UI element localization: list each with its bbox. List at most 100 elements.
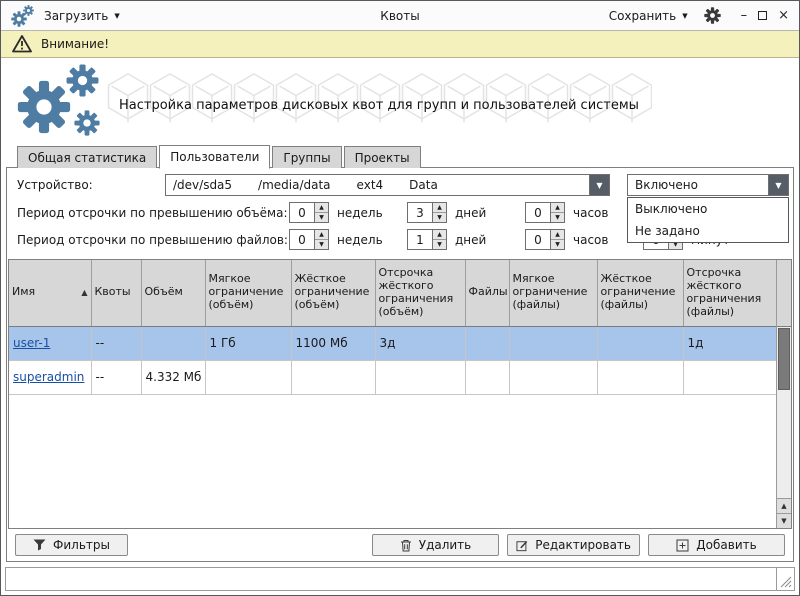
- column-header-volume[interactable]: Объём: [141, 260, 205, 326]
- cell-grace-files: [683, 360, 776, 394]
- spinner-value[interactable]: 0: [290, 203, 314, 222]
- volume-days-spinner[interactable]: 3 ▲▼: [407, 202, 447, 223]
- volume-hours-spinner[interactable]: 0 ▲▼: [525, 202, 565, 223]
- status-message-area: [6, 568, 776, 590]
- status-bar: [5, 567, 795, 591]
- scrollbar-thumb[interactable]: [778, 328, 790, 390]
- spinner-up-icon[interactable]: ▲: [433, 230, 446, 240]
- device-mount: /media/data: [258, 178, 331, 192]
- delete-button[interactable]: Удалить: [372, 534, 499, 556]
- weeks-unit-label: недель: [329, 233, 407, 247]
- table-row-superadmin[interactable]: superadmin -- 4.332 Мб: [9, 360, 776, 394]
- column-header-grace-files[interactable]: Отсрочка жёсткого ограничения (файлы): [683, 260, 776, 326]
- spinner-down-icon[interactable]: ▼: [551, 240, 564, 249]
- device-combobox[interactable]: /dev/sda5 /media/data ext4 Data ▼: [165, 174, 610, 196]
- load-menu-button[interactable]: Загрузить ▼: [44, 9, 120, 23]
- resize-grip[interactable]: [776, 568, 794, 590]
- column-header-name[interactable]: ▲Имя: [9, 260, 91, 326]
- column-header-soft-volume[interactable]: Мягкое ограничение (объём): [205, 260, 291, 326]
- scroll-down-icon[interactable]: ▼: [777, 513, 791, 528]
- load-menu-label: Загрузить: [44, 9, 108, 23]
- spinner-up-icon[interactable]: ▲: [433, 203, 446, 213]
- spinner-up-icon[interactable]: ▲: [315, 230, 328, 240]
- cell-soft-files: [509, 360, 597, 394]
- maximize-button[interactable]: [758, 11, 767, 20]
- column-header-soft-files[interactable]: Мягкое ограничение (файлы): [509, 260, 597, 326]
- spinner-value[interactable]: 0: [526, 230, 550, 249]
- days-unit-label: дней: [447, 233, 525, 247]
- spinner-down-icon[interactable]: ▼: [433, 240, 446, 249]
- quota-table-container: ▲Имя Квоты Объём Мягкое ограничение (объ…: [8, 259, 792, 529]
- tab-projects[interactable]: Проекты: [344, 146, 421, 168]
- option-disabled[interactable]: Выключено: [628, 198, 788, 220]
- column-header-quotas[interactable]: Квоты: [91, 260, 141, 326]
- edit-button[interactable]: Редактировать: [507, 534, 640, 556]
- add-button[interactable]: Добавить: [648, 534, 785, 556]
- quota-state-combobox[interactable]: Включено ▼: [627, 174, 789, 196]
- spinner-value[interactable]: 1: [408, 230, 432, 249]
- save-menu-button[interactable]: Сохранить ▼: [609, 9, 688, 23]
- option-not-set[interactable]: Не задано: [628, 220, 788, 242]
- quota-table: ▲Имя Квоты Объём Мягкое ограничение (объ…: [9, 260, 776, 528]
- grace-files-label: Период отсрочки по превышению файлов:: [17, 233, 289, 247]
- table-row-user-1[interactable]: user-1 -- 1 Гб 1100 Мб 3д 1д: [9, 326, 776, 360]
- chevron-down-icon[interactable]: ▼: [768, 175, 788, 195]
- titlebar: Загрузить ▼ Квоты Сохранить ▼ – ×: [1, 1, 799, 31]
- device-volume-label: Data: [409, 178, 438, 192]
- filters-button[interactable]: Фильтры: [15, 534, 128, 556]
- page-header: Настройка параметров дисковых квот для г…: [1, 58, 799, 144]
- cell-hard-files: [597, 326, 683, 360]
- plus-icon: [676, 539, 689, 552]
- user-link[interactable]: user-1: [13, 336, 50, 350]
- files-weeks-spinner[interactable]: 0 ▲▼: [289, 229, 329, 250]
- close-button[interactable]: ×: [778, 9, 789, 22]
- spinner-up-icon[interactable]: ▲: [551, 203, 564, 213]
- tab-general-statistics[interactable]: Общая статистика: [17, 146, 157, 168]
- chevron-down-icon: ▼: [114, 13, 119, 20]
- column-header-hard-files[interactable]: Жёсткое ограничение (файлы): [597, 260, 683, 326]
- spinner-value[interactable]: 3: [408, 203, 432, 222]
- scrollbar-corner: [777, 260, 791, 327]
- delete-label: Удалить: [419, 538, 472, 552]
- spinner-value[interactable]: 0: [290, 230, 314, 249]
- column-header-hard-volume[interactable]: Жёсткое ограничение (объём): [291, 260, 375, 326]
- quota-state-value: Включено: [635, 178, 698, 192]
- tab-bar: Общая статистика Пользователи Группы Про…: [1, 144, 799, 168]
- save-menu-label: Сохранить: [609, 9, 677, 23]
- days-unit-label: дней: [447, 206, 525, 220]
- spinner-down-icon[interactable]: ▼: [551, 213, 564, 222]
- spinner-up-icon[interactable]: ▲: [551, 230, 564, 240]
- volume-weeks-spinner[interactable]: 0 ▲▼: [289, 202, 329, 223]
- user-link[interactable]: superadmin: [13, 370, 84, 384]
- chevron-down-icon[interactable]: ▼: [589, 175, 609, 195]
- spinner-up-icon[interactable]: ▲: [315, 203, 328, 213]
- scrollbar-track[interactable]: [777, 391, 791, 498]
- settings-gear-icon[interactable]: [704, 7, 721, 24]
- cell-grace-volume: 3д: [375, 326, 465, 360]
- files-hours-spinner[interactable]: 0 ▲▼: [525, 229, 565, 250]
- gears-logo-icon: [17, 62, 112, 140]
- cell-quotas: --: [91, 326, 141, 360]
- column-header-grace-volume[interactable]: Отсрочка жёсткого ограничения (объём): [375, 260, 465, 326]
- tab-users[interactable]: Пользователи: [159, 145, 270, 169]
- scroll-up-icon[interactable]: ▲: [777, 498, 791, 513]
- quota-state-dropdown-list: Выключено Не задано: [627, 197, 789, 243]
- cell-files: [465, 360, 509, 394]
- vertical-scrollbar[interactable]: ▲ ▼: [776, 260, 791, 528]
- spinner-down-icon[interactable]: ▼: [433, 213, 446, 222]
- warning-triangle-icon: [12, 35, 32, 53]
- spinner-value[interactable]: 0: [526, 203, 550, 222]
- app-window: Загрузить ▼ Квоты Сохранить ▼ – ×: [0, 0, 800, 596]
- spinner-down-icon[interactable]: ▼: [315, 240, 328, 249]
- device-fs: ext4: [357, 178, 384, 192]
- edit-pencil-icon: [516, 539, 528, 552]
- tab-groups[interactable]: Группы: [272, 146, 341, 168]
- spinner-down-icon[interactable]: ▼: [315, 213, 328, 222]
- column-header-files[interactable]: Файлы: [465, 260, 509, 326]
- cell-files: [465, 326, 509, 360]
- table-header-row: ▲Имя Квоты Объём Мягкое ограничение (объ…: [9, 260, 776, 326]
- filters-label: Фильтры: [53, 538, 110, 552]
- files-days-spinner[interactable]: 1 ▲▼: [407, 229, 447, 250]
- grip-lines-icon: [780, 576, 792, 588]
- minimize-button[interactable]: –: [741, 9, 748, 22]
